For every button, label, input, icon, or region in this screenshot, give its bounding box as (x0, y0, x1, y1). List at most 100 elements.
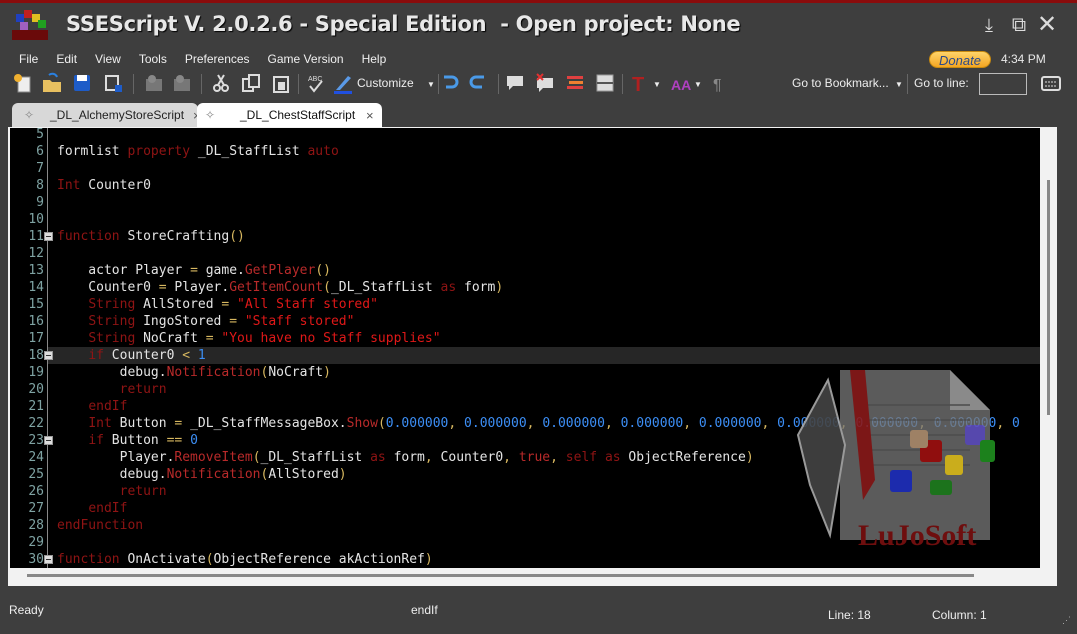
customize-button[interactable]: Customize (357, 76, 414, 90)
identifier-token (57, 433, 88, 448)
maximize-button[interactable]: ⧉ (1006, 12, 1032, 38)
identifier-token: form (456, 280, 496, 295)
identifier-token: _DL_StaffMessageBox. (182, 416, 347, 431)
toolbar-separator (298, 74, 299, 94)
menu-file[interactable]: File (10, 51, 47, 67)
keyword-token: String (88, 314, 136, 329)
function-name-token: Notification (166, 467, 261, 482)
code-line: return (57, 381, 167, 398)
number-literal-token: 0.000000 (542, 416, 605, 431)
vertical-scrollbar[interactable] (1040, 128, 1057, 568)
number-literal-token: 0 (190, 433, 198, 448)
customize-dropdown-icon[interactable]: ▼ (427, 80, 435, 89)
keyboard-icon[interactable] (1040, 72, 1062, 94)
save-as-icon[interactable] (102, 72, 124, 94)
spellcheck-icon[interactable]: ABC (305, 72, 327, 94)
number-literal-token: 0.000000 (464, 416, 527, 431)
number-literal-token: 0.000000 (385, 416, 449, 431)
code-editor[interactable]: 5 6 7 8 9 10 11 12 13 14 15 16 17 18 19 20 21 22 23 24 25 26 2… (10, 128, 1040, 568)
keyword-token: return (119, 484, 167, 499)
line-number: 8 (36, 178, 44, 193)
operator-token: ( (205, 552, 214, 567)
tab-close-icon[interactable]: × (366, 103, 374, 128)
menu-tools[interactable]: Tools (130, 51, 176, 67)
identifier-token: Player. (57, 450, 175, 465)
operator-token: ( (377, 416, 386, 431)
identifier-token (597, 450, 605, 465)
new-file-icon[interactable] (12, 72, 34, 94)
menu-preferences[interactable]: Preferences (176, 51, 259, 67)
customize-brush-icon[interactable] (332, 72, 354, 94)
identifier-token: formlist (57, 144, 128, 159)
redo-icon[interactable] (468, 72, 490, 94)
code-line: Int Counter0 (57, 177, 151, 194)
operator-token: = (190, 263, 198, 278)
code-line: String NoCraft = "You have no Staff supp… (57, 330, 440, 347)
code-line: endIf (57, 398, 127, 415)
font-size-dropdown-icon[interactable]: ▼ (694, 80, 702, 89)
split-view-icon[interactable] (594, 72, 616, 94)
identifier-token: ObjectReference (620, 450, 746, 465)
maximize-icon: ⧉ (1011, 14, 1027, 36)
comment-icon[interactable] (504, 72, 526, 94)
font-size-icon[interactable]: AA (670, 72, 692, 94)
identifier-token: OnActivate (119, 552, 206, 567)
fold-toggle-icon[interactable] (44, 351, 53, 360)
fold-toggle-icon[interactable] (44, 436, 53, 445)
tab-chest-staff-script[interactable]: ✧ _DL_ChestStaffScript × (197, 103, 382, 128)
font-icon[interactable]: T (630, 72, 652, 94)
tab-alchemy-store-script[interactable]: ✧ _DL_AlchemyStoreScript × (12, 103, 201, 128)
line-number-gutter: 5 6 7 8 9 10 11 12 13 14 15 16 17 18 19 20 21 22 23 24 25 26 2… (10, 128, 44, 568)
copy-icon[interactable] (240, 72, 262, 94)
horizontal-scrollbar[interactable] (10, 568, 1040, 585)
identifier-token (229, 297, 237, 312)
keyword-token: auto (307, 144, 339, 159)
operator-token: , (604, 416, 621, 431)
minimize-icon: ⤓ (985, 15, 993, 35)
identifier-token: AllStored (135, 297, 222, 312)
identifier-token: debug. (57, 365, 167, 380)
identifier-token: NoCraft (268, 365, 324, 380)
keyword-token: function (57, 229, 120, 244)
menu-view[interactable]: View (86, 51, 130, 67)
show-whitespace-icon[interactable]: ¶ (708, 72, 730, 94)
go-to-line-input[interactable] (979, 73, 1027, 95)
indent-icon[interactable] (564, 72, 586, 94)
project-save-icon[interactable] (171, 72, 193, 94)
identifier-token (57, 382, 120, 397)
operator-token: , (526, 416, 543, 431)
vertical-scroll-thumb[interactable] (1047, 180, 1050, 415)
identifier-token: StoreCrafting (119, 229, 230, 244)
identifier-token: AllStored (268, 467, 339, 482)
donate-button[interactable]: Donate (929, 51, 991, 68)
resize-grip-icon[interactable]: ⋰ (1062, 615, 1071, 626)
go-to-bookmark-dropdown[interactable]: Go to Bookmark... (792, 76, 889, 90)
bookmark-dropdown-icon[interactable]: ▼ (895, 80, 903, 89)
horizontal-scroll-thumb[interactable] (27, 574, 974, 577)
identifier-token (57, 297, 88, 312)
open-folder-icon[interactable] (41, 72, 63, 94)
menu-edit[interactable]: Edit (47, 51, 86, 67)
line-number: 26 (28, 484, 44, 499)
save-icon[interactable] (71, 72, 93, 94)
operator-token: ( (252, 450, 261, 465)
number-literal-token: 0 (1012, 416, 1020, 431)
operator-token: , (448, 416, 465, 431)
undo-icon[interactable] (438, 72, 460, 94)
operator-token: ) (495, 280, 504, 295)
fold-toggle-icon[interactable] (44, 555, 53, 564)
menu-help[interactable]: Help (353, 51, 396, 67)
close-button[interactable]: ✕ (1034, 12, 1060, 38)
minimize-button[interactable]: ⤓ (976, 12, 1002, 38)
fold-toggle-icon[interactable] (44, 232, 53, 241)
project-add-icon[interactable] (143, 72, 165, 94)
font-dropdown-icon[interactable]: ▼ (653, 80, 661, 89)
menu-game-version[interactable]: Game Version (259, 51, 353, 67)
line-number: 21 (28, 399, 44, 414)
line-number: 16 (28, 314, 44, 329)
code-line: String AllStored = "All Staff stored" (57, 296, 378, 313)
uncomment-icon[interactable] (534, 72, 556, 94)
cut-icon[interactable] (210, 72, 232, 94)
operator-token: () (315, 263, 331, 278)
paste-icon[interactable] (270, 72, 292, 94)
